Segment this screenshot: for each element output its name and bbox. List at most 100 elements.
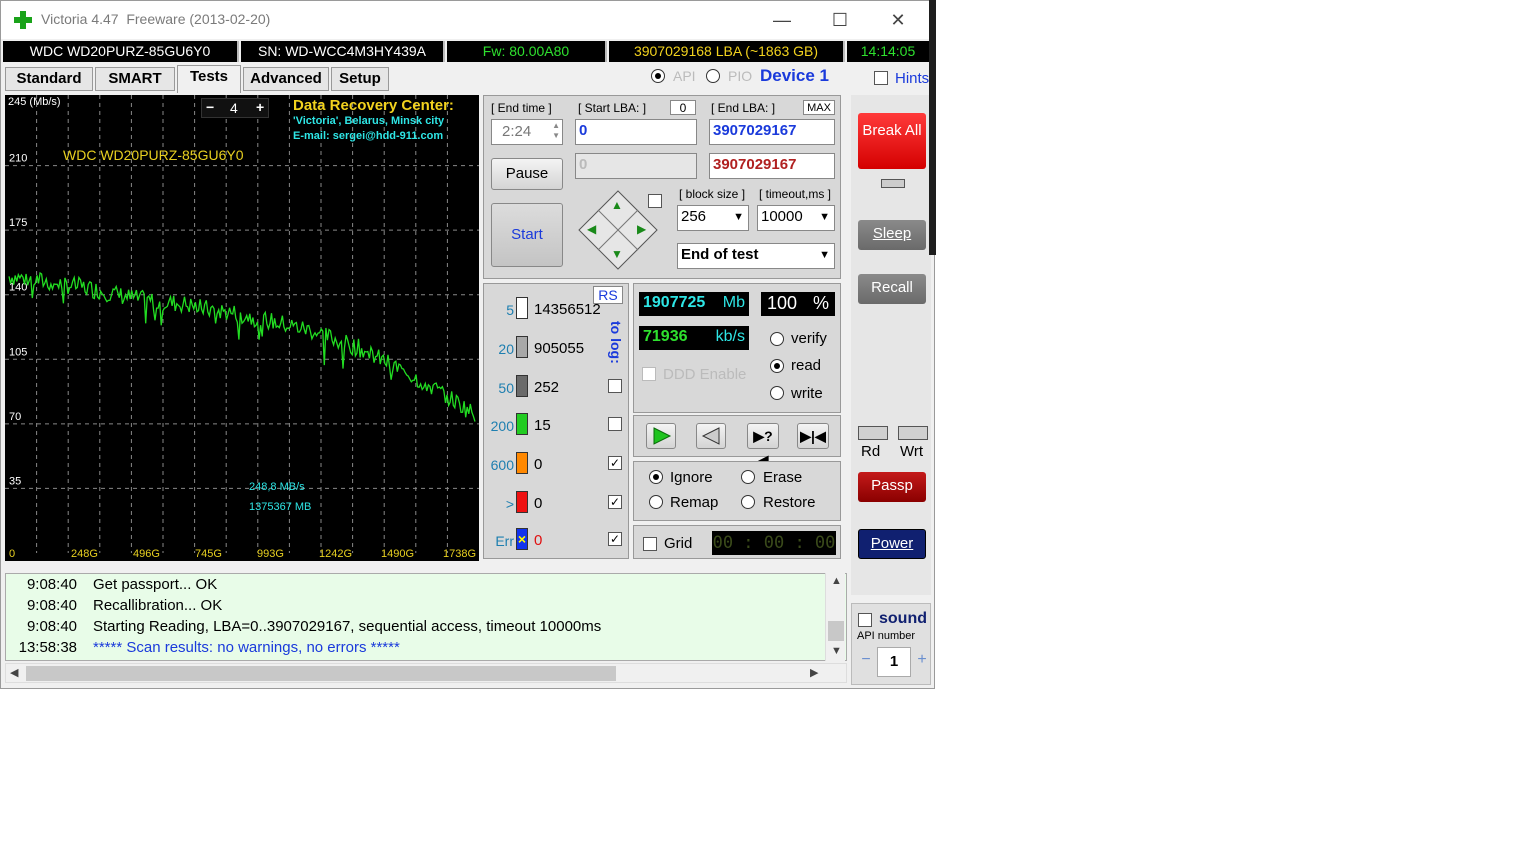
- hints-checkbox[interactable]: [874, 71, 888, 85]
- to-log-checkbox[interactable]: ✓: [608, 495, 622, 509]
- victoria-window: Victoria 4.47 Freeware (2013-02-20) — ☐ …: [0, 0, 935, 689]
- write-radio[interactable]: [770, 386, 784, 400]
- block-color-indicator: [516, 336, 528, 358]
- drive-firmware: Fw: 80.00A80: [447, 41, 607, 62]
- start-lba-label: [ Start LBA: ]: [578, 101, 647, 115]
- api-radio[interactable]: [651, 69, 665, 83]
- pio-radio[interactable]: [706, 69, 720, 83]
- tab-advanced[interactable]: Advanced: [243, 67, 329, 91]
- x-tick-label: 248G: [71, 548, 98, 560]
- api-minus-button[interactable]: −: [856, 647, 876, 675]
- start-lba-zero-button[interactable]: 0: [670, 100, 696, 115]
- remap-radio[interactable]: [649, 495, 663, 509]
- api-plus-button[interactable]: +: [913, 647, 931, 675]
- scroll-right-icon[interactable]: ▶: [810, 666, 818, 679]
- speed-line: [8, 271, 476, 422]
- block-color-indicator: [516, 375, 528, 397]
- restore-radio[interactable]: [741, 495, 755, 509]
- arrow-down-icon[interactable]: ▼: [611, 247, 623, 261]
- speed-counter: 71936 kb/s: [639, 326, 749, 350]
- tab-tests[interactable]: Tests: [177, 65, 241, 93]
- to-log-checkbox[interactable]: ✓: [608, 532, 622, 546]
- block-count: 14356512: [534, 301, 601, 318]
- tab-standard[interactable]: Standard: [5, 67, 93, 91]
- x-tick-label: 993G: [257, 548, 284, 560]
- scroll-left-icon[interactable]: ◀: [10, 666, 18, 679]
- log-vscroll-thumb[interactable]: [828, 621, 844, 641]
- block-size-select[interactable]: 256 ▼: [677, 205, 749, 231]
- to-log-checkbox[interactable]: [608, 417, 622, 431]
- log-hscroll-thumb[interactable]: [26, 666, 616, 681]
- power-button[interactable]: Power: [858, 529, 926, 559]
- direction-pad: ▲ ▼ ◀ ▶: [577, 189, 659, 271]
- read-radio[interactable]: [770, 359, 784, 373]
- start-lba-field[interactable]: 0: [575, 119, 697, 145]
- end-lba-max-button[interactable]: MAX: [803, 100, 835, 115]
- erase-radio[interactable]: [741, 470, 755, 484]
- x-tick-label: 1242G: [319, 548, 352, 560]
- arrow-up-icon[interactable]: ▲: [611, 198, 623, 212]
- block-threshold-label: 200: [490, 418, 514, 434]
- pad-checkbox[interactable]: [648, 194, 662, 208]
- start-button[interactable]: Start: [491, 203, 563, 267]
- block-color-indicator: [516, 297, 528, 319]
- ignore-radio[interactable]: [649, 470, 663, 484]
- log-horizontal-scrollbar[interactable]: ◀ ▶: [5, 663, 847, 683]
- restore-label: Restore: [763, 494, 816, 511]
- sleep-button[interactable]: Sleep: [858, 220, 926, 250]
- drive-model: WDC WD20PURZ-85GU6Y0: [3, 41, 239, 62]
- verify-radio[interactable]: [770, 332, 784, 346]
- block-count: 0: [534, 456, 543, 473]
- side-column: [851, 95, 931, 595]
- window-title: Victoria 4.47 Freeware (2013-02-20): [41, 11, 271, 27]
- end-lba-field-2[interactable]: 3907029167: [709, 153, 835, 179]
- arrow-left-icon[interactable]: ◀: [587, 222, 596, 236]
- scroll-down-icon[interactable]: ▼: [831, 645, 842, 657]
- x-tick-label: 0: [9, 548, 15, 560]
- zoom-minus-button[interactable]: −: [206, 99, 214, 115]
- random-seek-icon[interactable]: ▶?◀: [747, 423, 779, 468]
- end-lba-field[interactable]: 3907029167: [709, 119, 835, 145]
- play-icon[interactable]: [646, 423, 676, 449]
- close-button[interactable]: ✕: [869, 1, 927, 39]
- timeout-value: 10000: [761, 208, 803, 225]
- api-label: API: [673, 68, 696, 84]
- passp-button[interactable]: Passp: [858, 472, 926, 502]
- speed-value: 71936: [643, 328, 688, 345]
- butterfly-icon[interactable]: ▶|◀: [797, 423, 829, 449]
- mb-value: 1907725: [643, 294, 706, 311]
- grid-label: Grid: [664, 535, 693, 552]
- end-time-spinner-icon[interactable]: ▲ ▼: [552, 121, 560, 141]
- break-all-button[interactable]: Break All: [858, 113, 926, 169]
- pause-button[interactable]: Pause: [491, 158, 563, 190]
- sound-checkbox[interactable]: [858, 613, 872, 627]
- percent-counter: 100 %: [761, 292, 835, 316]
- grid-checkbox[interactable]: [643, 537, 657, 551]
- api-number-label: API number: [857, 630, 916, 642]
- rewind-icon[interactable]: [696, 423, 726, 449]
- scroll-up-icon[interactable]: ▲: [831, 575, 842, 587]
- sound-label: sound: [879, 610, 927, 627]
- minimize-button[interactable]: —: [753, 1, 811, 39]
- to-log-checkbox[interactable]: ✓: [608, 456, 622, 470]
- end-of-test-select[interactable]: End of test ▼: [677, 243, 835, 269]
- block-threshold-label: Err: [495, 533, 514, 549]
- api-number-value[interactable]: 1: [877, 647, 911, 677]
- log-message: Recallibration... OK: [93, 597, 223, 614]
- log-vertical-scrollbar[interactable]: ▲ ▼: [825, 573, 845, 661]
- arrow-right-icon[interactable]: ▶: [637, 222, 646, 236]
- tab-smart[interactable]: SMART: [95, 67, 175, 91]
- recall-button[interactable]: Recall: [858, 274, 926, 304]
- zoom-plus-button[interactable]: +: [256, 99, 264, 115]
- block-color-indicator: [516, 413, 528, 435]
- end-time-field[interactable]: 2:24 ▲ ▼: [491, 119, 563, 145]
- tab-setup[interactable]: Setup: [331, 67, 389, 91]
- speed-readout: 248,8 MB/s: [249, 481, 305, 493]
- x-tick-label: 745G: [195, 548, 222, 560]
- timeout-select[interactable]: 10000 ▼: [757, 205, 835, 231]
- to-log-checkbox[interactable]: [608, 379, 622, 393]
- block-threshold-label: >: [505, 496, 514, 512]
- maximize-button[interactable]: ☐: [811, 1, 869, 39]
- drc-title: Data Recovery Center:: [293, 97, 454, 114]
- drive-lba: 3907029168 LBA (~1863 GB): [609, 41, 845, 62]
